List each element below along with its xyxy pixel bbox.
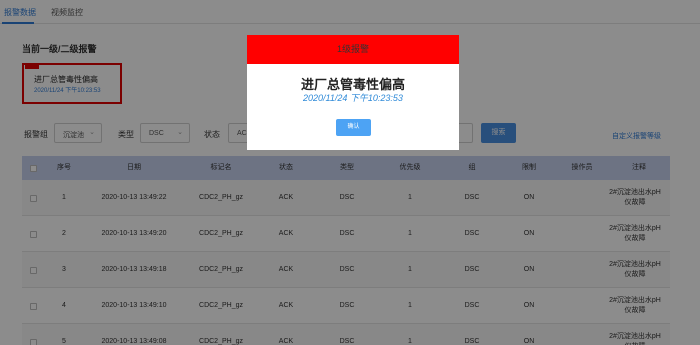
alarm-page: 报警数据 视频监控 当前一级/二级报警 进厂总管毒性偏高 2020/11/24 … <box>0 0 700 345</box>
modal-header: 1级报警 <box>247 35 459 64</box>
alarm-modal: 1级报警 进厂总管毒性偏高 2020/11/24 下午10:23:53 确认 <box>247 35 459 150</box>
modal-time: 2020/11/24 下午10:23:53 <box>303 93 403 103</box>
confirm-button[interactable]: 确认 <box>336 119 371 136</box>
